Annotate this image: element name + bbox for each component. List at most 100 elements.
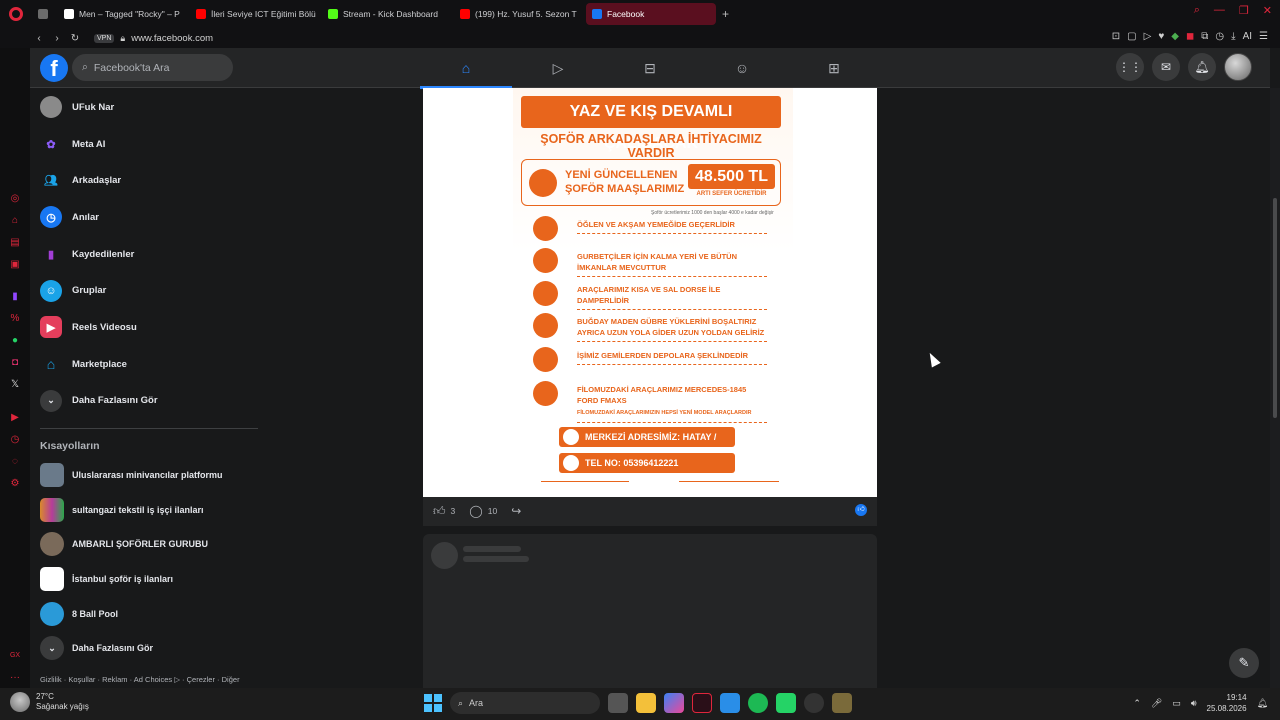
whatsapp-icon[interactable] <box>776 693 796 713</box>
sidebar-item-marketplace[interactable]: ⌂ Marketplace <box>30 346 270 383</box>
opera-gx-icon[interactable] <box>692 693 712 713</box>
search-input[interactable]: ⌕ Facebook'ta Ara <box>72 54 233 81</box>
tab-marketplace[interactable]: ⊟ <box>604 48 696 88</box>
sidebar-item-profile[interactable]: UFuk Nar <box>30 89 270 126</box>
shortcut-sultangazi[interactable]: sultangazi tekstil iş işçi ilanları <box>30 493 270 528</box>
extension-red-icon[interactable]: ◼ <box>1186 31 1194 42</box>
download-icon[interactable]: ⤓ <box>1231 31 1235 42</box>
like-button[interactable]: 👍︎ 3 <box>433 504 455 519</box>
opera-logo-icon[interactable] <box>0 0 32 28</box>
phone-text: TEL NO: 05396412221 <box>585 458 679 468</box>
like-reaction-icon[interactable]: 👍︎ <box>855 504 867 516</box>
shortcut-istanbul[interactable]: İstanbul şoför iş ilanları <box>30 562 270 597</box>
network-icon[interactable]: ▭ <box>1172 698 1181 709</box>
pin-icon[interactable]: ⊡ <box>1112 31 1120 42</box>
close-icon[interactable]: ✕ <box>1263 4 1272 17</box>
snapshot-icon[interactable]: ▢ <box>1127 31 1136 42</box>
clock-icon[interactable]: ◷ <box>9 434 21 446</box>
minimize-icon[interactable]: — <box>1214 4 1225 17</box>
tab-groups[interactable]: ☺ <box>696 48 788 88</box>
history-icon[interactable]: ◷ <box>1215 31 1224 42</box>
page-scrollbar[interactable] <box>1270 88 1280 688</box>
profile-avatar[interactable] <box>1224 53 1252 81</box>
shortcuts-title: Kısayolların <box>40 440 100 452</box>
tab-rocky[interactable]: Men – Tagged "Rocky" – P <box>58 3 188 25</box>
new-tab-icon[interactable]: + <box>722 7 729 21</box>
twitch-icon[interactable]: ▮ <box>9 291 21 303</box>
microphone-icon[interactable]: 🎤︎ <box>1151 698 1162 709</box>
apps-menu-icon[interactable]: ⋮⋮ <box>1116 53 1144 81</box>
shortcut-ambarli[interactable]: AMBARLI ŞOFÖRLER GURUBU <box>30 527 270 562</box>
app-icon[interactable] <box>832 693 852 713</box>
extension-green-icon[interactable]: ◆ <box>1171 31 1179 42</box>
spotify-icon[interactable] <box>748 693 768 713</box>
notification-bell-icon[interactable]: 🔔︎ <box>1257 698 1268 709</box>
opera-icon[interactable] <box>804 693 824 713</box>
tab-ict[interactable]: İleri Seviye ICT Eğitimi Bölü <box>190 3 320 25</box>
tab-gaming[interactable]: ⊞ <box>788 48 880 88</box>
x-icon[interactable]: 𝕏 <box>9 379 21 391</box>
percent-icon[interactable]: % <box>9 313 21 325</box>
gx-icon[interactable]: GX <box>9 650 21 662</box>
play-icon[interactable]: ▷ <box>1144 31 1152 42</box>
messenger-icon[interactable]: ✉ <box>1152 53 1180 81</box>
bubble-icon[interactable]: ◌ <box>9 456 21 468</box>
tab-mail[interactable] <box>32 3 56 25</box>
notifications-icon[interactable]: 🔔︎ <box>1188 53 1216 81</box>
vpn-badge[interactable]: VPN <box>94 33 115 43</box>
settings-icon[interactable]: ⚙ <box>9 478 21 490</box>
windows-start-icon[interactable] <box>424 694 442 712</box>
facebook-logo-icon[interactable]: f <box>40 54 68 82</box>
sidebar-item-memories[interactable]: ◷ Anılar <box>30 199 270 236</box>
new-message-icon[interactable]: ✎ <box>1229 648 1259 678</box>
mail-app-icon[interactable]: ▣ <box>9 259 21 271</box>
extensions-icon[interactable]: ⧉ <box>1201 31 1208 42</box>
share-button[interactable]: ↪ <box>511 504 521 518</box>
menu-icon[interactable]: ☰ <box>1259 31 1268 42</box>
more-icon[interactable]: ··· <box>9 672 21 684</box>
file-explorer-icon[interactable] <box>636 693 656 713</box>
maximize-icon[interactable]: ❐ <box>1239 4 1249 17</box>
back-icon[interactable]: ‹ <box>30 33 48 44</box>
store-icon[interactable] <box>720 693 740 713</box>
tab-home[interactable]: ⌂ <box>420 48 512 89</box>
tab-yusuf[interactable]: (199) Hz. Yusuf 5. Sezon T <box>454 3 584 25</box>
window-controls: ⌕ — ❐ ✕ <box>1194 4 1272 17</box>
taskbar-search-input[interactable]: ⌕ Ara <box>450 692 600 714</box>
copilot-icon[interactable] <box>664 693 684 713</box>
sidebar-item-see-more[interactable]: ⌄ Daha Fazlasını Gör <box>30 383 270 420</box>
chevron-up-icon[interactable]: ⌃ <box>1133 698 1141 709</box>
sidebar-item-groups[interactable]: ☺ Gruplar <box>30 272 270 309</box>
scrollbar-thumb[interactable] <box>1273 198 1277 418</box>
sidebar-item-reels[interactable]: ▶ Reels Videosu <box>30 309 270 346</box>
sidebar-item-meta-ai[interactable]: ✿ Meta AI <box>30 126 270 163</box>
url-field[interactable]: www.facebook.com <box>131 33 213 44</box>
shortcut-see-more[interactable]: ⌄ Daha Fazlasını Gör <box>30 631 270 666</box>
chat-icon[interactable]: ▤ <box>9 237 21 249</box>
instagram-icon[interactable]: ◘ <box>9 357 21 369</box>
sidebar-item-saved[interactable]: ▮ Kaydedilenler <box>30 236 270 273</box>
ai-icon[interactable]: AI <box>1243 31 1252 42</box>
player-icon[interactable]: ▶ <box>9 412 21 424</box>
tab-kick[interactable]: Stream - Kick Dashboard <box>322 3 452 25</box>
clock[interactable]: 19:14 25.08.2026 <box>1207 692 1247 714</box>
heart-icon[interactable]: ♥ <box>1158 31 1164 42</box>
shortcut-minivan[interactable]: Uluslararası minivancılar platformu <box>30 458 270 493</box>
tab-facebook[interactable]: Facebook <box>586 3 716 25</box>
tab-video[interactable]: ▷ <box>512 48 604 88</box>
shortcut-8ball[interactable]: 8 Ball Pool <box>30 596 270 631</box>
shopping-icon[interactable]: ⌂ <box>9 215 21 227</box>
reload-icon[interactable]: ↻ <box>66 33 84 44</box>
footer-links[interactable]: Gizlilik · Koşullar · Reklam · Ad Choice… <box>40 675 240 684</box>
search-icon[interactable]: ⌕ <box>1194 4 1200 17</box>
task-view-icon[interactable] <box>608 693 628 713</box>
lock-icon[interactable]: 🔒︎ <box>120 33 125 44</box>
post-image[interactable]: YAZ VE KIŞ DEVAMLI ÇALIŞACAK ŞOFÖR ARKAD… <box>423 88 877 497</box>
aria-icon[interactable]: ◎ <box>9 193 21 205</box>
volume-icon[interactable]: 🔊︎ <box>1191 698 1197 709</box>
comment-button[interactable]: ◯ 10 <box>469 504 497 518</box>
whatsapp-icon[interactable]: ● <box>9 335 21 347</box>
forward-icon[interactable]: › <box>48 33 66 44</box>
weather-widget[interactable]: 27°C Sağanak yağış <box>10 692 89 712</box>
sidebar-item-friends[interactable]: 👥︎ Arkadaşlar <box>30 162 270 199</box>
